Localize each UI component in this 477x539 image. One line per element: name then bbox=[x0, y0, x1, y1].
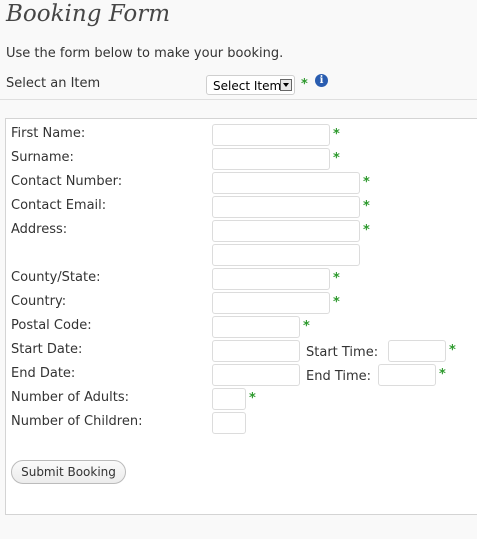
required-mark: * bbox=[439, 367, 446, 382]
contact-number-field[interactable] bbox=[212, 172, 360, 194]
adults-field[interactable] bbox=[212, 388, 246, 410]
required-mark: * bbox=[301, 77, 308, 92]
divider bbox=[0, 99, 477, 100]
start-time-label: Start Time: bbox=[306, 345, 379, 360]
surname-field[interactable] bbox=[212, 148, 330, 170]
end-time-label: End Time: bbox=[306, 369, 372, 384]
required-mark: * bbox=[333, 151, 340, 166]
children-label: Number of Children: bbox=[11, 414, 143, 429]
intro-text: Use the form below to make your booking. bbox=[6, 46, 284, 61]
submit-booking-button[interactable]: Submit Booking bbox=[11, 460, 126, 484]
start-time-field[interactable] bbox=[388, 340, 446, 362]
required-mark: * bbox=[363, 199, 370, 214]
chevron-down-icon[interactable] bbox=[280, 79, 292, 91]
required-mark: * bbox=[333, 271, 340, 286]
item-select[interactable]: Select Item bbox=[206, 75, 295, 95]
country-field[interactable] bbox=[212, 292, 330, 314]
first-name-field[interactable] bbox=[212, 124, 330, 146]
select-item-label: Select an Item bbox=[6, 76, 101, 91]
required-mark: * bbox=[363, 223, 370, 238]
required-mark: * bbox=[333, 127, 340, 142]
surname-label: Surname: bbox=[11, 150, 74, 165]
info-icon[interactable]: i bbox=[315, 74, 328, 87]
county-state-field[interactable] bbox=[212, 268, 330, 290]
required-mark: * bbox=[333, 295, 340, 310]
page-title: Booking Form bbox=[6, 1, 171, 27]
postal-code-label: Postal Code: bbox=[11, 318, 92, 333]
required-mark: * bbox=[303, 319, 310, 334]
children-field[interactable] bbox=[212, 412, 246, 434]
required-mark: * bbox=[249, 391, 256, 406]
required-mark: * bbox=[449, 343, 456, 358]
first-name-label: First Name: bbox=[11, 126, 86, 141]
required-mark: * bbox=[363, 175, 370, 190]
adults-label: Number of Adults: bbox=[11, 390, 130, 405]
address-line2-field[interactable] bbox=[212, 244, 360, 266]
start-date-field[interactable] bbox=[212, 340, 300, 362]
contact-number-label: Contact Number: bbox=[11, 174, 123, 189]
contact-email-label: Contact Email: bbox=[11, 198, 107, 213]
end-time-field[interactable] bbox=[378, 364, 436, 386]
country-label: Country: bbox=[11, 294, 67, 309]
address-line1-field[interactable] bbox=[212, 220, 360, 242]
postal-code-field[interactable] bbox=[212, 316, 300, 338]
county-state-label: County/State: bbox=[11, 270, 101, 285]
contact-email-field[interactable] bbox=[212, 196, 360, 218]
start-date-label: Start Date: bbox=[11, 342, 83, 357]
address-label: Address: bbox=[11, 222, 68, 237]
end-date-field[interactable] bbox=[212, 364, 300, 386]
item-select-value: Select Item bbox=[213, 79, 282, 93]
end-date-label: End Date: bbox=[11, 366, 76, 381]
